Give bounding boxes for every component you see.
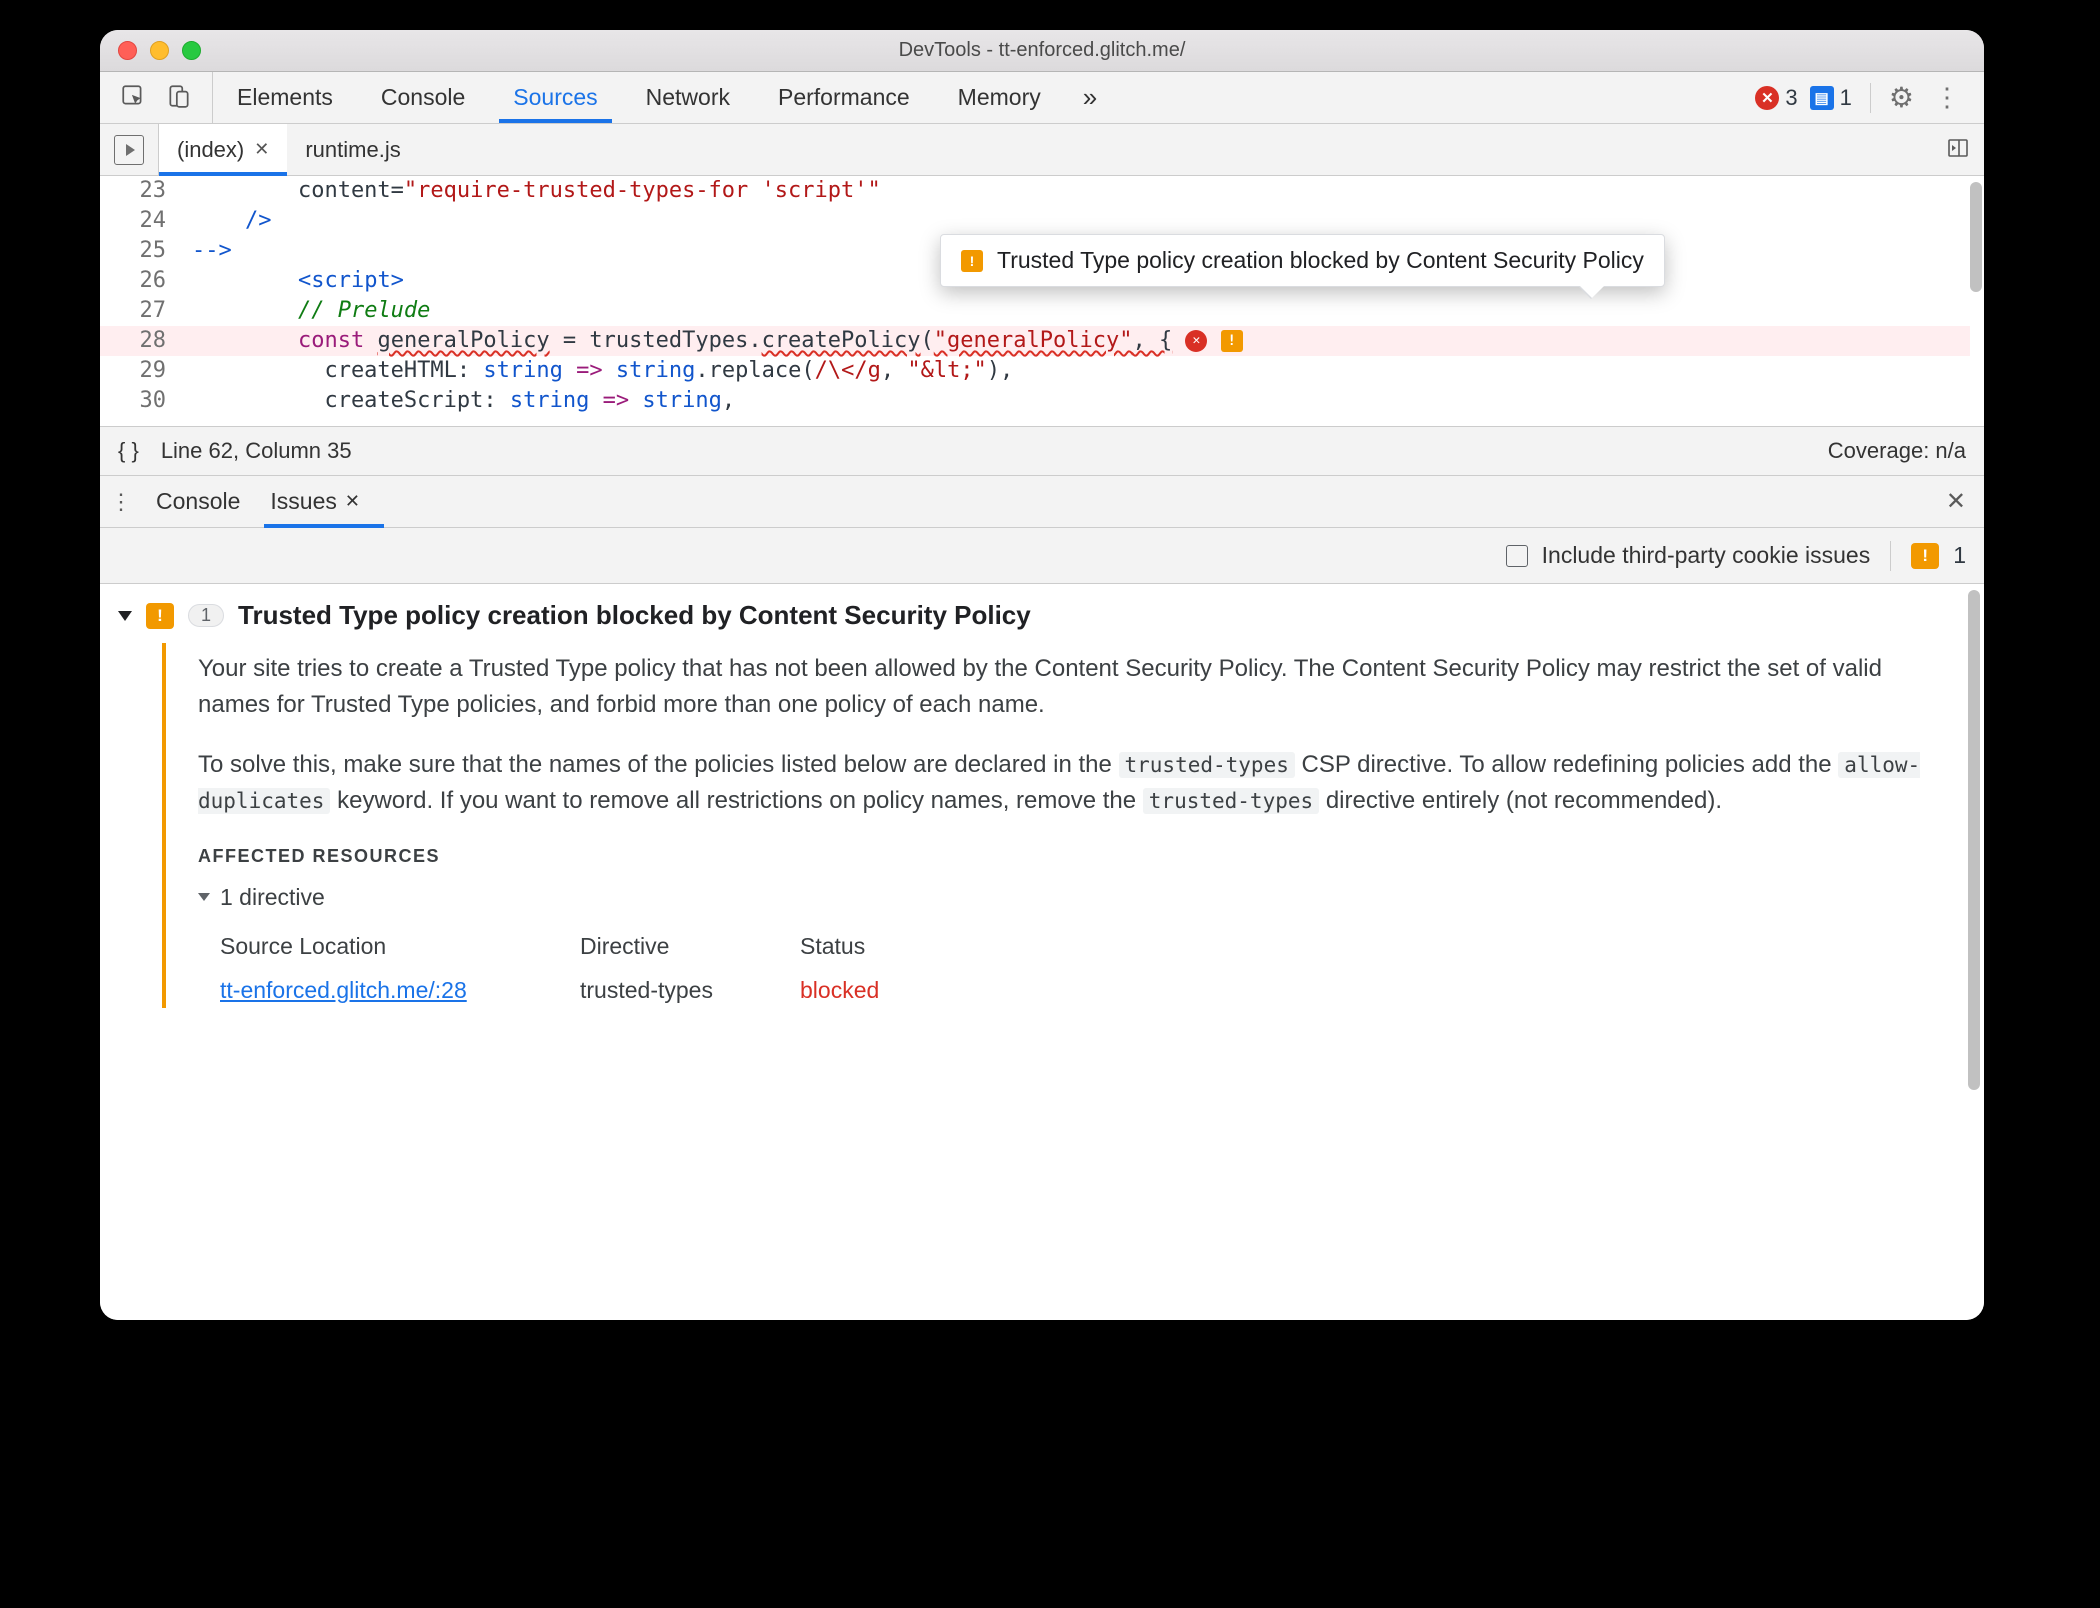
file-tab-index[interactable]: (index) ✕ (159, 124, 287, 175)
line-gutter: 2324252627282930 (100, 176, 176, 416)
close-tab-icon[interactable]: ✕ (254, 139, 269, 160)
show-navigator-icon[interactable] (1946, 136, 1984, 163)
expand-caret-icon[interactable] (198, 893, 210, 901)
pretty-print-icon[interactable]: { } (118, 438, 139, 464)
issues-panel: ! 1 Trusted Type policy creation blocked… (100, 584, 1984, 1320)
drawer-tab-issues[interactable]: Issues ✕ (264, 476, 366, 527)
drawer-tab-console[interactable]: Console (150, 476, 246, 527)
drawer-tab-label: Issues (270, 488, 336, 515)
affected-resources-table: Source Location Directive Status tt-enfo… (220, 929, 1956, 1008)
main-toolbar: Elements Console Sources Network Perform… (100, 72, 1984, 124)
coverage-label: Coverage: n/a (1828, 438, 1966, 464)
close-tab-icon[interactable]: ✕ (345, 491, 360, 512)
code-content: content="require-trusted-types-for 'scri… (192, 176, 1968, 416)
tooltip-text: Trusted Type policy creation blocked by … (997, 247, 1644, 274)
scrollbar-thumb[interactable] (1968, 590, 1980, 1090)
warning-tooltip: ! Trusted Type policy creation blocked b… (940, 234, 1665, 287)
settings-icon[interactable]: ⚙ (1889, 81, 1914, 114)
file-tab-label: (index) (177, 137, 244, 163)
divider (1890, 541, 1891, 571)
message-count: 1 (1840, 85, 1852, 111)
window-controls (118, 41, 201, 60)
expand-caret-icon[interactable] (118, 611, 132, 621)
col-directive: Directive (580, 929, 800, 964)
tab-console[interactable]: Console (357, 72, 489, 123)
issue-count-badge: 1 (188, 604, 224, 627)
directive-count-label: 1 directive (220, 880, 325, 915)
affected-resources-subheader[interactable]: 1 directive (198, 880, 1956, 915)
close-drawer-icon[interactable]: ✕ (1938, 487, 1974, 516)
drawer-menu-icon[interactable]: ⋮ (110, 489, 132, 515)
window-title: DevTools - tt-enforced.glitch.me/ (100, 39, 1984, 62)
scrollbar[interactable] (1968, 590, 1982, 1090)
issues-toolbar: Include third-party cookie issues ! 1 (100, 528, 1984, 584)
code-chip: trusted-types (1119, 752, 1295, 778)
issue-body: Your site tries to create a Trusted Type… (162, 643, 1984, 1008)
titlebar: DevTools - tt-enforced.glitch.me/ (100, 30, 1984, 72)
run-snippet-icon[interactable] (114, 135, 144, 165)
inspect-icon[interactable] (120, 83, 146, 112)
zoom-window-button[interactable] (182, 41, 201, 60)
tab-sources[interactable]: Sources (489, 72, 621, 123)
device-toggle-icon[interactable] (166, 83, 192, 112)
directive-value: trusted-types (580, 973, 800, 1008)
cursor-position: Line 62, Column 35 (161, 438, 352, 464)
warning-icon: ! (146, 603, 174, 629)
third-party-label: Include third-party cookie issues (1542, 542, 1871, 569)
tab-elements[interactable]: Elements (213, 72, 357, 123)
code-editor[interactable]: 2324252627282930 content="require-truste… (100, 176, 1984, 426)
editor-statusbar: { } Line 62, Column 35 Coverage: n/a (100, 426, 1984, 476)
tab-network[interactable]: Network (622, 72, 754, 123)
minimize-window-button[interactable] (150, 41, 169, 60)
message-icon: ▤ (1810, 86, 1834, 110)
sources-subbar: (index) ✕ runtime.js (100, 124, 1984, 176)
kebab-menu-icon[interactable]: ⋮ (1926, 82, 1968, 113)
scrollbar-thumb[interactable] (1970, 182, 1982, 292)
col-status: Status (800, 929, 960, 964)
third-party-checkbox[interactable] (1506, 545, 1528, 567)
close-window-button[interactable] (118, 41, 137, 60)
warning-icon: ! (1911, 543, 1939, 569)
scrollbar[interactable] (1968, 176, 1982, 426)
error-counter[interactable]: ✕ 3 (1755, 85, 1797, 111)
source-location-link[interactable]: tt-enforced.glitch.me/:28 (220, 973, 580, 1008)
issue-resolution: To solve this, make sure that the names … (198, 747, 1956, 819)
devtools-window: DevTools - tt-enforced.glitch.me/ Elemen… (100, 30, 1984, 1320)
file-tab-label: runtime.js (305, 137, 400, 163)
message-counter[interactable]: ▤ 1 (1810, 85, 1852, 111)
issue-header[interactable]: ! 1 Trusted Type policy creation blocked… (100, 584, 1984, 643)
tab-memory[interactable]: Memory (934, 72, 1065, 123)
status-value: blocked (800, 973, 960, 1008)
affected-resources-header: AFFECTED RESOURCES (198, 843, 1956, 870)
more-tabs-icon[interactable]: » (1065, 82, 1115, 113)
code-chip: trusted-types (1143, 788, 1319, 814)
drawer-tabbar: ⋮ Console Issues ✕ ✕ (100, 476, 1984, 528)
warning-icon: ! (961, 250, 983, 272)
tab-performance[interactable]: Performance (754, 72, 934, 123)
issue-description: Your site tries to create a Trusted Type… (198, 651, 1956, 723)
error-icon: ✕ (1755, 86, 1779, 110)
divider (1870, 83, 1871, 113)
error-count: 3 (1785, 85, 1797, 111)
col-source-location: Source Location (220, 929, 580, 964)
panel-tabs: Elements Console Sources Network Perform… (213, 72, 1065, 123)
warning-count: 1 (1953, 542, 1966, 569)
issue-title: Trusted Type policy creation blocked by … (238, 600, 1031, 631)
file-tab-runtime[interactable]: runtime.js (287, 124, 418, 175)
